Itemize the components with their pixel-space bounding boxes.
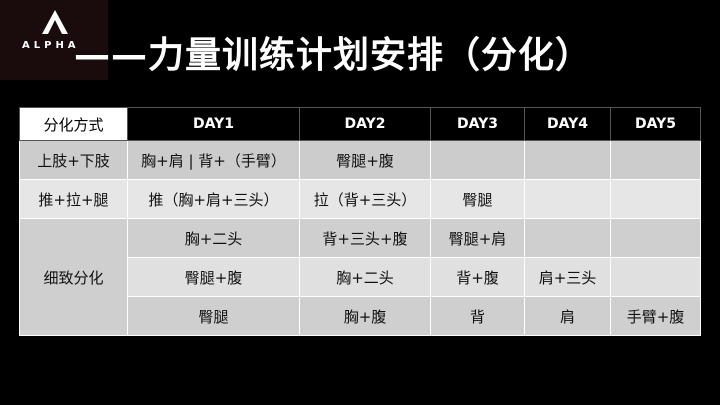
table-cell: 手臂+腹 — [610, 296, 701, 336]
header-split-method: 分化方式 — [19, 107, 128, 141]
table-cell: 背 — [430, 296, 525, 336]
table-cell — [610, 140, 701, 180]
table-cell — [610, 257, 701, 297]
table-cell — [524, 140, 611, 180]
table-cell: 背+三头+腹 — [299, 218, 431, 258]
table-row: 推+拉+腿 推（胸+肩+三头） 拉（背+三头） 臀腿 — [19, 179, 701, 219]
table-cell: 肩+三头 — [524, 257, 611, 297]
table-row: 上肢+下肢 胸+肩 | 背+（手臂） 臀腿+腹 — [19, 140, 701, 180]
row-type: 推+拉+腿 — [19, 179, 128, 219]
table-cell: 臀腿+腹 — [299, 140, 431, 180]
table-cell: 胸+二头 — [299, 257, 431, 297]
table-cell — [524, 218, 611, 258]
table-cell: 胸+肩 | 背+（手臂） — [127, 140, 300, 180]
table-cell: 臀腿 — [127, 296, 300, 336]
header-day2: DAY2 — [299, 107, 431, 141]
training-plan-table: 分化方式 DAY1 DAY2 DAY3 DAY4 DAY5 上肢+下肢 胸+肩 … — [19, 107, 701, 336]
table-cell — [610, 218, 701, 258]
row-type: 上肢+下肢 — [19, 140, 128, 180]
table-cell: 臀腿+腹 — [127, 257, 300, 297]
table-cell: 推（胸+肩+三头） — [127, 179, 300, 219]
table-cell: 臀腿 — [430, 179, 525, 219]
table-cell: 拉（背+三头） — [299, 179, 431, 219]
header-day5: DAY5 — [610, 107, 701, 141]
table-cell: 臀腿+肩 — [430, 218, 525, 258]
page-title: ——力量训练计划安排（分化） — [74, 35, 593, 76]
alpha-logo-icon — [42, 10, 68, 34]
row-type: 细致分化 — [19, 218, 128, 336]
logo-text: ALPHA — [22, 40, 80, 51]
table-header-row: 分化方式 DAY1 DAY2 DAY3 DAY4 DAY5 — [19, 107, 701, 141]
table-cell: 胸+腹 — [299, 296, 431, 336]
header-day1: DAY1 — [127, 107, 300, 141]
table-cell — [524, 179, 611, 219]
table-cell: 背+腹 — [430, 257, 525, 297]
header-day3: DAY3 — [430, 107, 525, 141]
table-row: 细致分化 胸+二头 背+三头+腹 臀腿+肩 — [19, 218, 701, 336]
table-cell: 肩 — [524, 296, 611, 336]
header-day4: DAY4 — [524, 107, 611, 141]
table-cell — [610, 179, 701, 219]
table-cell — [430, 140, 525, 180]
table-cell: 胸+二头 — [127, 218, 300, 258]
